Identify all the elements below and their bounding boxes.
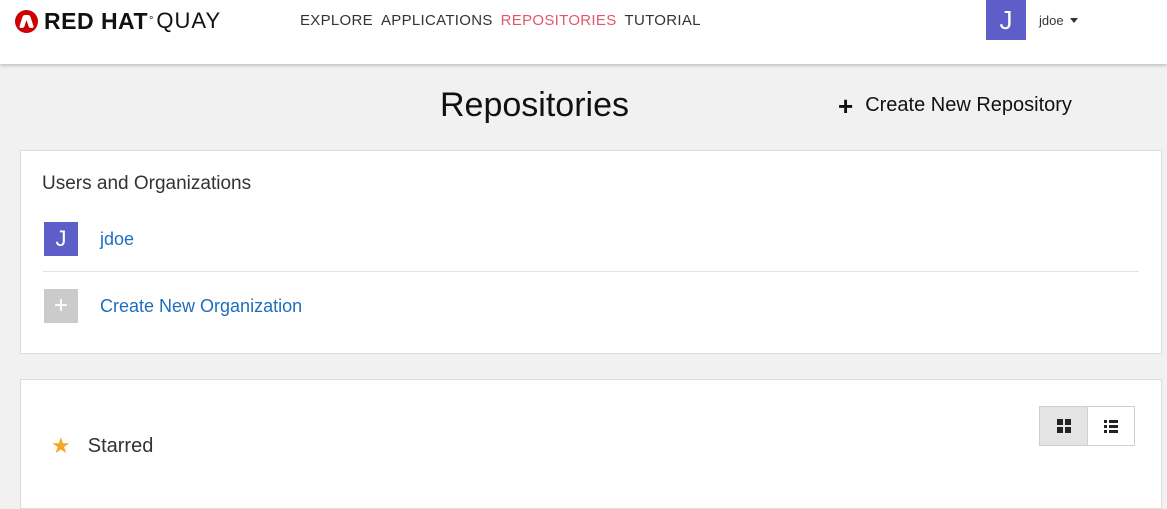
view-toggle <box>1039 406 1135 446</box>
org-item-jdoe[interactable]: J jdoe <box>44 222 134 256</box>
main-nav: EXPLORE APPLICATIONS REPOSITORIES TUTORI… <box>300 12 709 29</box>
chevron-down-icon[interactable] <box>1069 18 1078 23</box>
create-repository-button[interactable]: + Create New Repository <box>838 90 1072 121</box>
avatar: J <box>44 222 78 256</box>
page-title: Repositories <box>440 86 629 124</box>
org-link-jdoe[interactable]: jdoe <box>100 229 134 250</box>
create-organization-item[interactable]: + Create New Organization <box>44 289 302 323</box>
user-menu[interactable]: J jdoe <box>986 0 1078 40</box>
nav-applications[interactable]: APPLICATIONS <box>381 12 493 29</box>
starred-panel: ★ Starred <box>20 379 1162 509</box>
star-icon: ★ <box>51 433 71 458</box>
list-view-button[interactable] <box>1087 406 1135 446</box>
top-navbar: RED HAT ° QUAY EXPLORE APPLICATIONS REPO… <box>0 0 1167 64</box>
plus-icon: + <box>838 90 854 121</box>
create-repository-label: Create New Repository <box>865 94 1072 116</box>
brand-logo[interactable]: RED HAT ° QUAY <box>15 8 221 34</box>
product-name: QUAY <box>156 8 222 33</box>
user-name[interactable]: jdoe <box>1039 13 1064 28</box>
grid-view-button[interactable] <box>1039 406 1087 446</box>
add-icon: + <box>44 289 78 323</box>
list-icon <box>1104 419 1118 433</box>
starred-heading: ★ Starred <box>51 433 153 459</box>
users-organizations-heading: Users and Organizations <box>42 173 252 194</box>
brand-name: RED HAT <box>44 7 149 34</box>
users-organizations-panel: Users and Organizations J jdoe + Create … <box>20 150 1162 354</box>
redhat-logo-icon <box>15 9 38 33</box>
create-organization-link[interactable]: Create New Organization <box>100 296 302 317</box>
brand-degree: ° <box>149 15 154 27</box>
divider <box>43 271 1139 272</box>
nav-repositories[interactable]: REPOSITORIES <box>501 12 617 29</box>
grid-icon <box>1056 419 1071 433</box>
starred-label: Starred <box>87 434 154 457</box>
nav-tutorial[interactable]: TUTORIAL <box>625 12 701 29</box>
nav-explore[interactable]: EXPLORE <box>300 12 373 29</box>
user-avatar[interactable]: J <box>986 0 1026 40</box>
